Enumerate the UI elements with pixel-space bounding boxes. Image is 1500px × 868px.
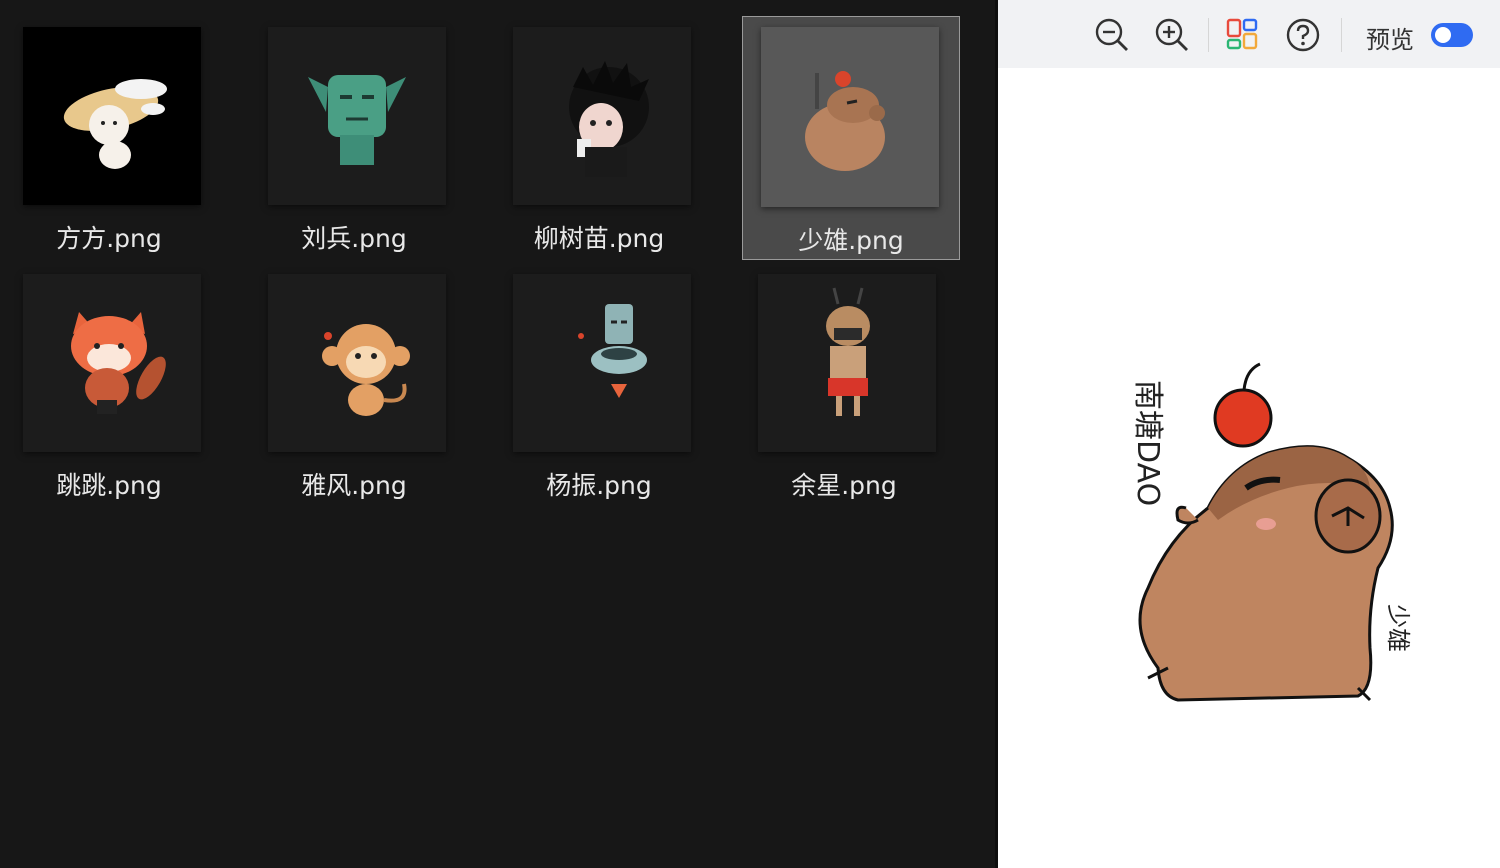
- file-name: 刘兵.png: [301, 224, 407, 253]
- preview-panel: 预览 南塘DAO 少雄: [998, 0, 1500, 868]
- toggle-knob: [1435, 27, 1451, 43]
- toolbar-separator: [1208, 18, 1209, 52]
- preview-toggle[interactable]: [1431, 23, 1473, 47]
- file-name: 跳跳.png: [56, 471, 162, 500]
- preview-label: 预览: [1366, 26, 1414, 54]
- file-name: 杨振.png: [546, 471, 652, 500]
- thumbnail-liubing: [268, 27, 446, 205]
- image-preview: 南塘DAO 少雄: [998, 68, 1500, 868]
- preview-signature: 少雄: [1384, 604, 1412, 652]
- file-name: 雅风.png: [301, 471, 407, 500]
- file-grid-panel: 方方.png 刘兵.png 柳树苗.png 少雄.png 跳跳.png 雅风.p…: [0, 0, 995, 868]
- preview-toolbar: 预览: [998, 0, 1500, 68]
- thumbnail-shaoxiong: [761, 27, 939, 207]
- file-name: 余星.png: [791, 471, 897, 500]
- file-tile[interactable]: 柳树苗.png: [490, 14, 708, 258]
- file-tile[interactable]: 杨振.png: [490, 261, 708, 505]
- thumbnail-fangfang: [23, 27, 201, 205]
- file-name: 柳树苗.png: [533, 224, 665, 253]
- thumbnail-yangzhen: [513, 274, 691, 452]
- file-tile[interactable]: 方方.png: [0, 14, 218, 258]
- file-name: 方方.png: [56, 224, 162, 253]
- file-tile-selected[interactable]: 少雄.png: [742, 16, 960, 260]
- file-tile[interactable]: 雅风.png: [245, 261, 463, 505]
- thumbnail-tiaotiao: [23, 274, 201, 452]
- thumbnail-yuxing: [758, 274, 936, 452]
- help-icon[interactable]: [1284, 16, 1322, 54]
- file-tile[interactable]: 余星.png: [735, 261, 953, 505]
- thumbnail-yafeng: [268, 274, 446, 452]
- layout-icon[interactable]: [1224, 16, 1262, 54]
- file-name: 少雄.png: [798, 226, 904, 255]
- toolbar-separator: [1341, 18, 1342, 52]
- preview-vertical-text: 南塘DAO: [1130, 380, 1165, 506]
- file-tile[interactable]: 跳跳.png: [0, 261, 218, 505]
- file-tile[interactable]: 刘兵.png: [245, 14, 463, 258]
- zoom-out-icon[interactable]: [1093, 16, 1131, 54]
- thumbnail-liushumiao: [513, 27, 691, 205]
- zoom-in-icon[interactable]: [1153, 16, 1191, 54]
- preview-image-shaoxiong: 南塘DAO 少雄: [1130, 362, 1412, 702]
